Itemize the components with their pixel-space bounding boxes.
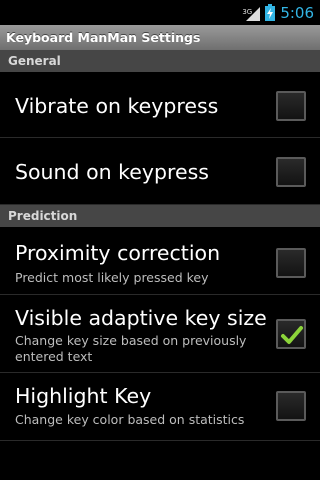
status-icons: 3G 5:06 bbox=[242, 0, 314, 25]
pref-highlight-key[interactable]: Highlight Key Change key color based on … bbox=[0, 373, 320, 441]
pref-visible-adaptive-key-size[interactable]: Visible adaptive key size Change key siz… bbox=[0, 295, 320, 373]
page-title: Keyboard ManMan Settings bbox=[6, 30, 201, 45]
highlight-key-checkbox[interactable] bbox=[276, 391, 306, 421]
pref-title: Proximity correction bbox=[15, 241, 221, 265]
checkmark-icon bbox=[281, 326, 303, 344]
pref-title: Visible adaptive key size bbox=[15, 306, 267, 330]
pref-title: Highlight Key bbox=[15, 384, 152, 408]
pref-summary: Change key color based on statistics bbox=[15, 412, 245, 427]
title-bar: Keyboard ManMan Settings bbox=[0, 25, 320, 50]
pref-sound-on-keypress[interactable]: Sound on keypress bbox=[0, 138, 320, 205]
clock: 5:06 bbox=[280, 3, 314, 22]
signal-icon: 3G bbox=[242, 4, 261, 22]
proximity-correction-checkbox[interactable] bbox=[276, 248, 306, 278]
vibrate-checkbox[interactable] bbox=[276, 91, 306, 121]
pref-vibrate-on-keypress[interactable]: Vibrate on keypress bbox=[0, 72, 320, 138]
status-bar: 3G 5:06 bbox=[0, 0, 320, 25]
section-label: Prediction bbox=[8, 209, 78, 223]
pref-title: Sound on keypress bbox=[15, 160, 209, 184]
battery-charging-icon bbox=[265, 4, 276, 21]
pref-summary: Change key size based on previously ente… bbox=[15, 333, 247, 364]
pref-summary: Predict most likely pressed key bbox=[15, 270, 209, 285]
section-header-general: General bbox=[0, 50, 320, 72]
sound-checkbox[interactable] bbox=[276, 157, 306, 187]
section-label: General bbox=[8, 54, 61, 68]
pref-proximity-correction[interactable]: Proximity correction Predict most likely… bbox=[0, 227, 320, 295]
pref-title: Vibrate on keypress bbox=[15, 94, 219, 118]
adaptive-key-size-checkbox[interactable] bbox=[276, 319, 306, 349]
section-header-prediction: Prediction bbox=[0, 205, 320, 227]
